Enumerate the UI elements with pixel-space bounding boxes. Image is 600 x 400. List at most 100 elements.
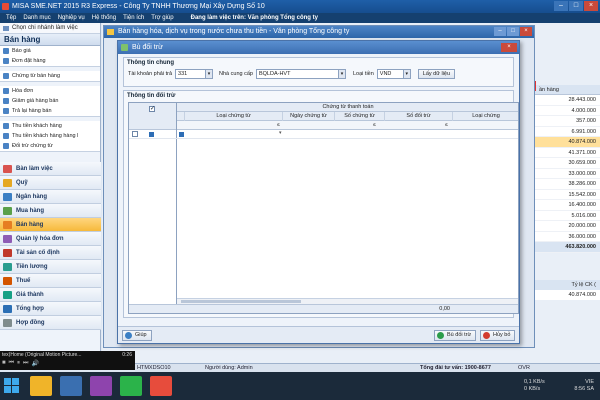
module-invoice-management[interactable]: Quản lý hóa đơn: [0, 232, 101, 246]
list-item[interactable]: 36.000.000: [535, 232, 600, 242]
taskbar-explorer-icon[interactable]: [30, 376, 52, 396]
sidebar-item-sales-voucher[interactable]: Chứng từ bán hàng: [0, 71, 100, 81]
net-upload-speed: 0,1 KB/s: [524, 379, 545, 385]
windows-start-icon[interactable]: [4, 378, 20, 394]
tax-icon: [3, 277, 12, 285]
supplier-select[interactable]: BQLDA-HVT ▾: [255, 69, 346, 79]
menu-utilities[interactable]: Tiện ích: [123, 13, 144, 23]
maximize-button[interactable]: □: [569, 1, 583, 11]
sidebar-item-invoice[interactable]: Hóa đơn: [0, 86, 100, 96]
app-title-bar: MISA SME.NET 2015 R3 Express - Công Ty T…: [0, 0, 600, 13]
col-voucher-date[interactable]: Ngày chứng từ: [283, 112, 335, 121]
module-tax[interactable]: Thuế: [0, 274, 101, 288]
module-cost[interactable]: Giá thành: [0, 288, 101, 302]
sidebar-item-customer-receipt[interactable]: Thu tiền khách hàng: [0, 121, 100, 131]
system-tray: 0,1 KB/s 0 KB/s VIE 8:56 SA: [506, 376, 596, 396]
module-payroll[interactable]: Tiền lương: [0, 260, 101, 274]
window-controls: – □ ×: [554, 1, 598, 11]
list-item[interactable]: 16.400.000: [535, 200, 600, 211]
dialog-close-button[interactable]: ×: [501, 43, 517, 52]
list-item[interactable]: 28.443.000: [535, 95, 600, 106]
sidebar-item-discount[interactable]: Giảm giá hàng bán: [0, 96, 100, 106]
list-item[interactable]: 5.016.000: [535, 211, 600, 221]
next-icon[interactable]: ⏭: [23, 360, 28, 367]
account-select[interactable]: 331 ▾: [175, 69, 214, 79]
sidebar-item-voucher-offset[interactable]: Đối trừ chứng từ: [0, 141, 100, 151]
volume-icon[interactable]: 🔊: [31, 360, 38, 367]
choose-branch-button[interactable]: Chọn chi nhánh làm việc: [0, 23, 100, 34]
list-item[interactable]: 15.542.000: [535, 190, 600, 200]
sidebar-group-invoice: Hóa đơn Giảm giá hàng bán Trả lại hàng b…: [0, 86, 100, 117]
fetch-data-button[interactable]: Lấy dữ liệu: [417, 69, 456, 79]
tray-language[interactable]: VIE: [574, 379, 594, 386]
mid-minimize-button[interactable]: –: [494, 27, 506, 36]
filter-op-number[interactable]: ≤: [373, 122, 376, 128]
menu-operations[interactable]: Nghiệp vụ: [58, 13, 85, 23]
payroll-icon: [3, 263, 12, 271]
currency-select[interactable]: VND ▾: [376, 69, 411, 79]
module-cash[interactable]: Quỹ: [0, 176, 101, 190]
list-item[interactable]: 6.991.000: [535, 127, 600, 137]
list-item[interactable]: 20.000.000: [535, 221, 600, 232]
module-purchase[interactable]: Mua hàng: [0, 204, 101, 218]
offset-dialog-title-bar: Bù đối trừ ×: [118, 41, 519, 54]
help-button[interactable]: Giúp: [122, 330, 152, 341]
pause-icon[interactable]: ⏸: [17, 360, 20, 367]
module-fixed-assets[interactable]: Tài sản cố định: [0, 246, 101, 260]
chevron-down-icon: ▾: [205, 70, 213, 78]
col-voucher-number[interactable]: Số chứng từ: [335, 112, 385, 121]
list-item[interactable]: 33.000.000: [535, 169, 600, 179]
select-all-checkbox[interactable]: [149, 105, 155, 112]
tray-clock[interactable]: VIE 8:56 SA: [574, 379, 594, 393]
background-list-total: 463.820.000: [535, 242, 600, 253]
module-list: Bàn làm việc Quỹ Ngân hàng Mua hàng Bán …: [0, 162, 101, 330]
fixed-assets-icon: [3, 249, 12, 257]
sidebar-item-quote[interactable]: Báo giá: [0, 46, 100, 56]
menu-help[interactable]: Trợ giúp: [151, 13, 173, 23]
col-offset-amount[interactable]: Số đối trừ: [385, 112, 453, 121]
taskbar-browser-icon[interactable]: [120, 376, 142, 396]
sidebar-item-sales-return[interactable]: Trả lại hàng bán: [0, 106, 100, 116]
taskbar-app-icon[interactable]: [60, 376, 82, 396]
list-item[interactable]: 4.000.000: [535, 106, 600, 116]
sidebar-item-sales-order[interactable]: Đơn đặt hàng: [0, 56, 100, 66]
module-contract[interactable]: Hợp đồng: [0, 316, 101, 330]
player-time: 0:26: [122, 352, 132, 358]
table-row[interactable]: ▾: [129, 130, 518, 139]
list-item[interactable]: 40.874.000: [535, 137, 600, 148]
module-general[interactable]: Tổng hợp: [0, 302, 101, 316]
close-button[interactable]: ×: [584, 1, 598, 11]
net-download-speed: 0 KB/s: [524, 386, 541, 392]
general-info-group: Thông tin chung Tài khoản phải trả 331 ▾…: [123, 57, 514, 87]
minimize-button[interactable]: –: [554, 1, 568, 11]
tray-time[interactable]: 8:56 SA: [574, 386, 594, 393]
list-item[interactable]: 357.000: [535, 116, 600, 127]
menu-system[interactable]: Hệ thống: [92, 13, 116, 23]
mid-close-button[interactable]: ×: [520, 27, 532, 36]
col-voucher-type[interactable]: Loại chứng từ: [185, 112, 283, 121]
taskbar-media-icon[interactable]: [90, 376, 112, 396]
list-item[interactable]: 41.371.000: [535, 148, 600, 158]
offset-info-group: Thông tin đối trừ Chứng từ thanh toán Lo…: [123, 90, 519, 318]
menu-file[interactable]: Tệp: [6, 13, 16, 23]
cancel-icon: [483, 332, 490, 339]
filter-op-offset[interactable]: ≤: [445, 122, 448, 128]
row-date-dropdown-icon[interactable]: ▾: [279, 130, 282, 136]
cancel-button[interactable]: Hủy bỏ: [480, 330, 516, 341]
module-sales[interactable]: Bán hàng: [0, 218, 101, 232]
background-list-header: ần hàng: [535, 85, 600, 95]
mid-maximize-button[interactable]: □: [507, 27, 519, 36]
offset-grid: Chứng từ thanh toán Loại chứng từ Ngày c…: [128, 102, 519, 314]
sidebar-item-customer-receipt-batch[interactable]: Thu tiền khách hàng hàng l: [0, 131, 100, 141]
previous-icon[interactable]: ⏮: [9, 360, 14, 367]
list-item[interactable]: 38.286.000: [535, 179, 600, 190]
list-item[interactable]: 30.659.000: [535, 158, 600, 169]
module-bank[interactable]: Ngân hàng: [0, 190, 101, 204]
col-voucher-type-2[interactable]: Loại chứng: [453, 112, 518, 121]
menu-catalog[interactable]: Danh mục: [23, 13, 50, 23]
stop-icon[interactable]: ■: [2, 360, 6, 367]
offset-button[interactable]: Bù đối trừ: [434, 330, 477, 341]
filter-op-date[interactable]: ≤: [277, 122, 280, 128]
module-desk[interactable]: Bàn làm việc: [0, 162, 101, 176]
taskbar-misa-icon[interactable]: [150, 376, 172, 396]
